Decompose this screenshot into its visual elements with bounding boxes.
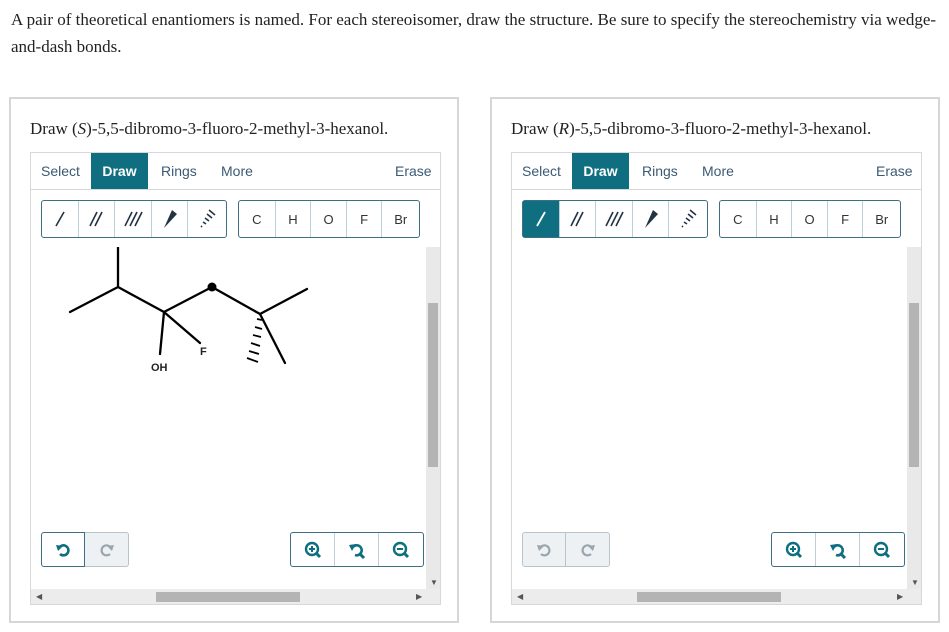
prompt-configuration: R xyxy=(558,119,570,138)
tab-draw[interactable]: Draw xyxy=(91,153,148,189)
history-controls xyxy=(41,532,129,567)
question-instructions: A pair of theoretical enantiomers is nam… xyxy=(11,10,937,56)
reset-zoom-icon xyxy=(348,543,365,559)
horizontal-scroll-thumb[interactable] xyxy=(637,592,781,602)
atom-fluorine-button[interactable]: F xyxy=(828,201,864,237)
bond-c3-oh xyxy=(158,310,166,356)
prompt-configuration: S xyxy=(77,119,87,138)
editor-tabs: Select Draw Rings More Erase xyxy=(31,153,440,190)
erase-button[interactable]: Erase xyxy=(876,153,913,189)
double-bond-icon[interactable] xyxy=(79,201,116,237)
wedge-bond-icon[interactable] xyxy=(152,201,189,237)
scroll-left-arrow[interactable]: ◀ xyxy=(517,592,523,601)
zoom-out-button[interactable] xyxy=(860,533,904,566)
atom-toolbar: C H O F Br xyxy=(719,200,901,238)
drawing-panel-r: Draw (R)-5,5-dibromo-3-fluoro-2-methyl-3… xyxy=(490,97,940,623)
vertical-scrollbar[interactable]: ▼ xyxy=(426,247,440,589)
history-controls xyxy=(522,532,610,567)
atom-fluorine-button[interactable]: F xyxy=(347,201,383,237)
atom-label-oh: OH xyxy=(151,362,168,374)
editor-tabs: Select Draw Rings More Erase xyxy=(512,153,921,190)
bond-c2-c3 xyxy=(116,285,166,314)
tab-rings[interactable]: Rings xyxy=(161,153,197,189)
bond-c5-c6 xyxy=(258,287,309,316)
selected-atom-dot xyxy=(207,282,217,292)
atom-bromine-button[interactable]: Br xyxy=(863,201,900,237)
zoom-in-button[interactable] xyxy=(291,533,335,566)
atom-label-f: F xyxy=(200,346,207,358)
panel-prompt: Draw (S)-5,5-dibromo-3-fluoro-2-methyl-3… xyxy=(30,119,388,139)
scroll-right-arrow[interactable]: ▶ xyxy=(416,592,422,601)
undo-icon xyxy=(56,543,70,557)
scroll-left-arrow[interactable]: ◀ xyxy=(36,592,42,601)
prompt-prefix: Draw ( xyxy=(511,119,559,138)
prompt-prefix: Draw ( xyxy=(30,119,78,138)
undo-icon xyxy=(537,543,551,556)
single-bond-icon[interactable] xyxy=(523,201,560,237)
redo-icon xyxy=(100,543,114,556)
zoom-in-icon xyxy=(785,541,802,558)
redo-button[interactable] xyxy=(566,532,610,567)
reset-zoom-button[interactable] xyxy=(816,533,860,566)
single-bond-icon[interactable] xyxy=(42,201,79,237)
reset-zoom-icon xyxy=(829,543,846,559)
panel-prompt: Draw (R)-5,5-dibromo-3-fluoro-2-methyl-3… xyxy=(511,119,871,139)
bond-c3-c4 xyxy=(162,285,214,314)
redo-button[interactable] xyxy=(85,532,129,567)
tab-rings[interactable]: Rings xyxy=(642,153,678,189)
zoom-controls xyxy=(290,532,424,567)
tab-select[interactable]: Select xyxy=(522,153,561,189)
zoom-in-icon xyxy=(304,541,321,558)
horizontal-scrollbar[interactable]: ◀ ▶ xyxy=(31,589,440,604)
dash-bond-icon[interactable] xyxy=(188,201,226,237)
atom-bromine-button[interactable]: Br xyxy=(382,201,419,237)
zoom-in-button[interactable] xyxy=(772,533,816,566)
vertical-scrollbar[interactable]: ▼ xyxy=(907,247,921,589)
bond-c3-f xyxy=(162,310,202,345)
scroll-down-arrow[interactable]: ▼ xyxy=(430,579,438,587)
erase-button[interactable]: Erase xyxy=(395,153,432,189)
prompt-compound-name: )-5,5-dibromo-3-fluoro-2-methyl-3-hexano… xyxy=(86,119,389,138)
atom-carbon-button[interactable]: C xyxy=(720,201,757,237)
atom-hydrogen-button[interactable]: H xyxy=(276,201,312,237)
atom-toolbar: C H O F Br xyxy=(238,200,420,238)
bond-c5-br xyxy=(258,312,287,365)
triple-bond-icon[interactable] xyxy=(596,201,633,237)
vertical-scroll-thumb[interactable] xyxy=(909,303,919,467)
prompt-compound-name: )-5,5-dibromo-3-fluoro-2-methyl-3-hexano… xyxy=(569,119,872,138)
horizontal-scrollbar[interactable]: ◀ ▶ xyxy=(512,589,921,604)
zoom-out-icon xyxy=(392,541,410,558)
zoom-out-button[interactable] xyxy=(379,533,423,566)
zoom-out-icon xyxy=(873,541,891,558)
horizontal-scroll-thumb[interactable] xyxy=(156,592,300,602)
tab-select[interactable]: Select xyxy=(41,153,80,189)
atom-oxygen-button[interactable]: O xyxy=(311,201,347,237)
molecule-editor: Select Draw Rings More Erase C H O F Br … xyxy=(511,152,922,605)
zoom-controls xyxy=(771,532,905,567)
scroll-down-arrow[interactable]: ▼ xyxy=(911,579,919,587)
vertical-scroll-thumb[interactable] xyxy=(428,303,438,467)
bond-methyl-left xyxy=(68,285,120,314)
dash-bond-icon[interactable] xyxy=(669,201,707,237)
bond-c4-c5 xyxy=(210,285,262,316)
dash-bond-stereo xyxy=(246,318,263,363)
drawing-panel-s: Draw (S)-5,5-dibromo-3-fluoro-2-methyl-3… xyxy=(9,97,459,623)
atom-hydrogen-button[interactable]: H xyxy=(757,201,793,237)
triple-bond-icon[interactable] xyxy=(115,201,152,237)
tab-more[interactable]: More xyxy=(702,153,734,189)
double-bond-icon[interactable] xyxy=(560,201,597,237)
bond-toolbar xyxy=(522,200,708,238)
atom-oxygen-button[interactable]: O xyxy=(792,201,828,237)
tab-more[interactable]: More xyxy=(221,153,253,189)
undo-button[interactable] xyxy=(41,532,85,567)
molecule-editor: Select Draw Rings More Erase C H O F Br … xyxy=(30,152,441,605)
wedge-bond-icon[interactable] xyxy=(633,201,670,237)
redo-icon xyxy=(581,543,595,556)
tab-draw[interactable]: Draw xyxy=(572,153,629,189)
scroll-right-arrow[interactable]: ▶ xyxy=(897,592,903,601)
undo-button[interactable] xyxy=(522,532,566,567)
atom-carbon-button[interactable]: C xyxy=(239,201,276,237)
bond-toolbar xyxy=(41,200,227,238)
reset-zoom-button[interactable] xyxy=(335,533,379,566)
